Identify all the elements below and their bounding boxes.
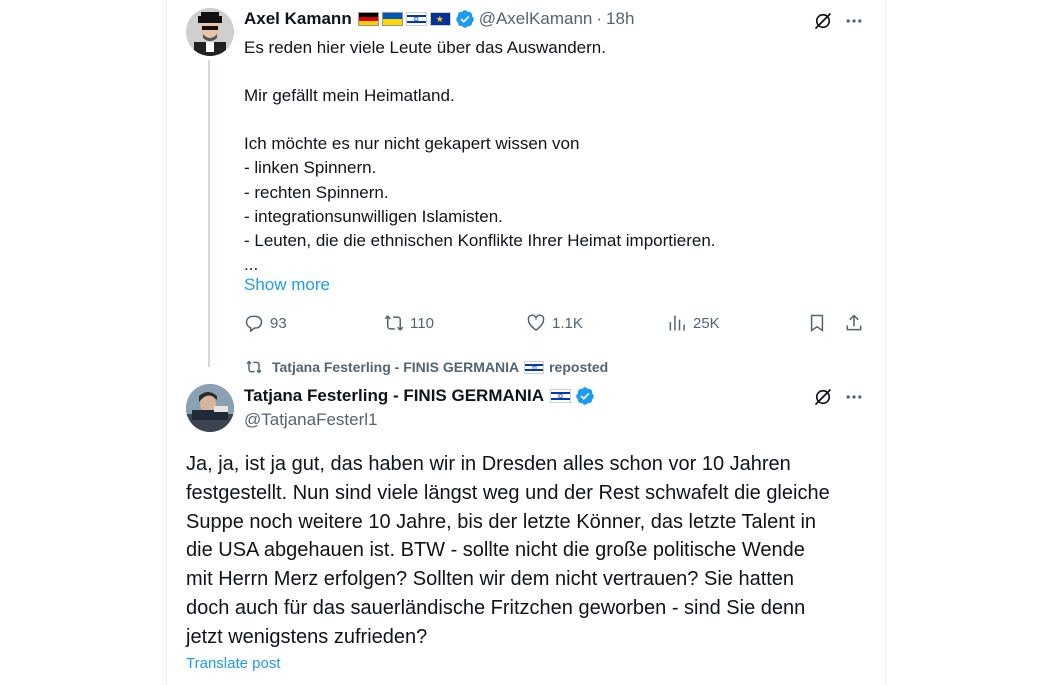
tweet-line: - rechten Spinnern. (244, 182, 389, 202)
tweet-line: festgestellt. Nun sind viele längst weg … (186, 481, 830, 504)
repost-banner[interactable]: Tatjana Festerling - FINIS GERMANIA ✡ re… (246, 359, 608, 375)
tweet2-header: Tatjana Festerling - FINIS GERMANIA ✡ (244, 386, 599, 406)
tweet-line: ... (244, 254, 259, 274)
bookmark-icon (810, 314, 824, 332)
verified-badge-icon[interactable] (455, 9, 475, 29)
grok-icon[interactable] (812, 10, 834, 32)
like-button[interactable]: 1.1K (526, 313, 583, 333)
tweet-line: Ich möchte es nur nicht gekapert wissen … (244, 134, 580, 154)
tweet-line: - integrationsunwilligen Islamisten. (244, 206, 503, 226)
repost-icon (246, 360, 262, 374)
views-icon (669, 315, 685, 331)
reposted-label: reposted (549, 359, 609, 375)
avatar-image (186, 384, 234, 432)
israel-flag-icon: ✡ (524, 360, 545, 374)
grok-icon[interactable] (812, 386, 834, 408)
more-options-icon[interactable] (843, 10, 865, 32)
grok-glyph (814, 12, 832, 30)
tweet-line: Ja, ja, ist ja gut, das haben wir in Dre… (186, 453, 791, 475)
separator: · (596, 9, 603, 28)
translate-post-link[interactable]: Translate post (186, 655, 281, 672)
reply-count: 93 (270, 314, 287, 332)
avatar[interactable] (186, 8, 234, 56)
ellipsis-glyph (846, 19, 862, 23)
israel-flag-icon: ✡ (405, 12, 427, 26)
view-count: 25K (693, 314, 720, 332)
reply-icon (245, 315, 263, 333)
eu-flag-icon: ★ (429, 12, 451, 26)
reply-button[interactable]: 93 (244, 313, 287, 333)
tweet-line: - linken Spinnern. (244, 158, 377, 178)
verified-badge-icon[interactable] (575, 386, 595, 406)
avatar[interactable] (186, 384, 234, 432)
heart-icon (527, 314, 545, 331)
tweet2-handle-row: @TatjanaFesterl1 (244, 410, 378, 430)
thread-line (208, 60, 210, 367)
germany-flag-icon (357, 12, 379, 26)
ellipsis-glyph (846, 395, 862, 399)
tweet2-text: Ja, ja, ist ja gut, das haben wir in Dre… (186, 450, 876, 652)
israel-flag-icon: ✡ (550, 389, 572, 403)
show-more-link[interactable]: Show more (244, 275, 330, 295)
views-button[interactable]: 25K (667, 313, 720, 333)
tweet-line: jetzt wenigstens zufrieden? (186, 625, 428, 648)
tweet-line: Es reden hier viele Leute über das Auswa… (244, 38, 606, 57)
bookmark-button[interactable] (807, 313, 833, 333)
repost-button[interactable]: 110 (384, 313, 434, 333)
tweet-line: mit Herrn Merz erfolgen? Sollten wir dem… (186, 568, 795, 591)
like-count: 1.1K (552, 314, 583, 332)
grok-glyph (814, 388, 832, 406)
timestamp[interactable]: 18h (606, 9, 634, 29)
avatar-image (186, 8, 234, 56)
handle[interactable]: @AxelKamann (479, 9, 593, 29)
more-options-icon[interactable] (843, 386, 865, 408)
tweet-line: die USA abgehauen ist. BTW - sollte nich… (186, 539, 805, 562)
share-icon (846, 314, 862, 331)
handle[interactable]: @TatjanaFesterl1 (244, 410, 378, 430)
tweet1-action-bar: 93 110 1.1K 25K (244, 313, 866, 339)
tweet1-header: Axel Kamann ✡ ★ @AxelKamann · 18h (244, 9, 634, 29)
tweet-line (244, 60, 844, 84)
ukraine-flag-icon (381, 12, 403, 26)
tweet1-text: Es reden hier viele Leute über das Auswa… (244, 36, 844, 277)
repost-icon (384, 315, 404, 331)
share-button[interactable] (844, 313, 870, 333)
display-name[interactable]: Tatjana Festerling - FINIS GERMANIA (244, 386, 544, 406)
tweet-line: Mir gefällt mein Heimatland. (244, 86, 455, 106)
repost-count: 110 (410, 314, 434, 332)
display-name[interactable]: Axel Kamann (244, 9, 352, 29)
tweet-line (244, 108, 844, 132)
reposter-name: Tatjana Festerling - FINIS GERMANIA (272, 359, 520, 375)
tweet-line: Suppe noch weitere 10 Jahre, bis der let… (186, 510, 817, 533)
tweet-line: - Leuten, die die ethnischen Konflikte I… (244, 230, 716, 250)
tweet-line: doch auch für das sauerländische Fritzch… (186, 596, 806, 619)
